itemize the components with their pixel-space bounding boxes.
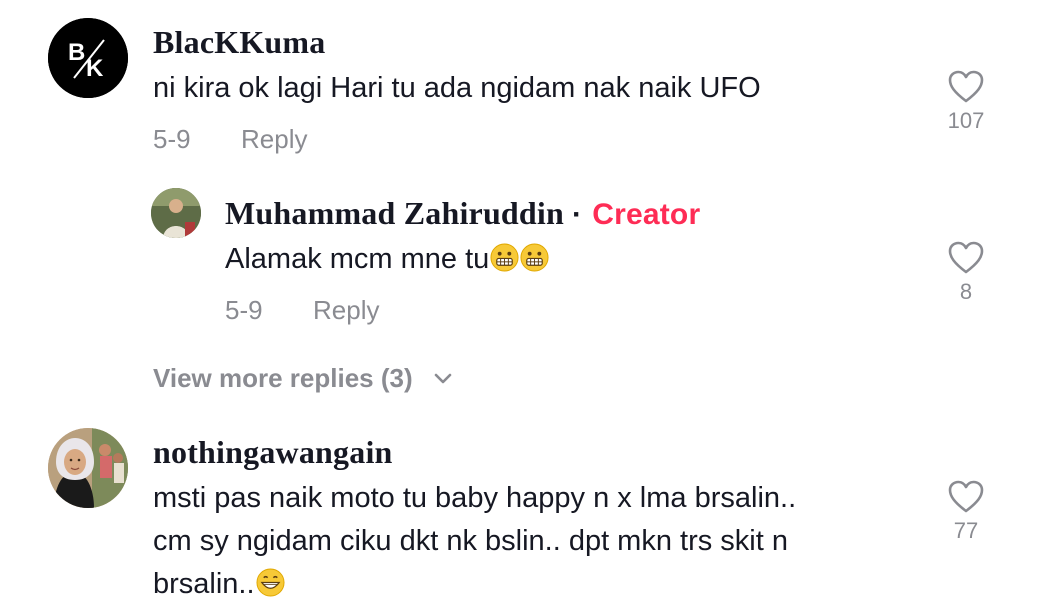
avatar-muhammad-zahiruddin[interactable]: [151, 188, 201, 238]
comment-username[interactable]: BlacKKuma: [153, 24, 325, 61]
view-more-label: View more replies (3): [153, 363, 413, 393]
bk-logo-icon: B K: [48, 18, 128, 98]
creator-badge: Creator: [592, 198, 701, 231]
like-group: 77: [926, 480, 1006, 544]
grinning-face-emoji-icon: [256, 568, 285, 597]
avatar-nothingawangain[interactable]: [48, 428, 128, 508]
like-count: 107: [947, 108, 985, 133]
comment-text: ni kira ok lagi Hari tu ada ngidam nak n…: [153, 72, 761, 104]
heart-outline-icon[interactable]: [948, 70, 984, 104]
avatar-photo-icon: [48, 428, 128, 508]
comment-username[interactable]: nothingawangain: [153, 434, 393, 471]
comment-date: 5-9: [225, 295, 263, 325]
comment-text-line: cm sy ngidam ciku dkt nk bslin.. dpt mkn…: [153, 525, 788, 557]
heart-outline-icon[interactable]: [948, 241, 984, 275]
like-group: 8: [926, 241, 1006, 305]
svg-text:B: B: [68, 39, 85, 66]
like-count: 77: [953, 518, 979, 543]
grimacing-face-emoji-icon: [490, 243, 519, 272]
separator-dot: ·: [572, 198, 583, 231]
comment-username[interactable]: Muhammad Zahiruddin: [225, 195, 564, 231]
comment-text-line: brsalin..: [153, 568, 255, 600]
reply-username-row: Muhammad Zahiruddin · Creator: [225, 195, 700, 232]
like-count: 8: [959, 279, 973, 304]
grimacing-face-emoji-icon: [520, 243, 549, 272]
comment-text-row: Alamak mcm mne tu: [225, 238, 549, 281]
reply-button[interactable]: Reply: [241, 124, 307, 155]
heart-outline-icon[interactable]: [948, 480, 984, 514]
view-more-replies-button[interactable]: View more replies (3): [153, 363, 452, 394]
like-group: 107: [926, 70, 1006, 134]
avatar-blackkuma[interactable]: B K: [48, 18, 128, 98]
comment-text: Alamak mcm mne tu: [225, 243, 490, 275]
comment-text-line: msti pas naik moto tu baby happy n x lma…: [153, 482, 797, 514]
chevron-down-icon: [434, 373, 452, 384]
comment-text-row: brsalin..: [153, 563, 285, 606]
comment-date: 5-9: [153, 124, 191, 154]
avatar-photo-icon: [151, 188, 201, 238]
reply-button[interactable]: Reply: [313, 295, 379, 326]
